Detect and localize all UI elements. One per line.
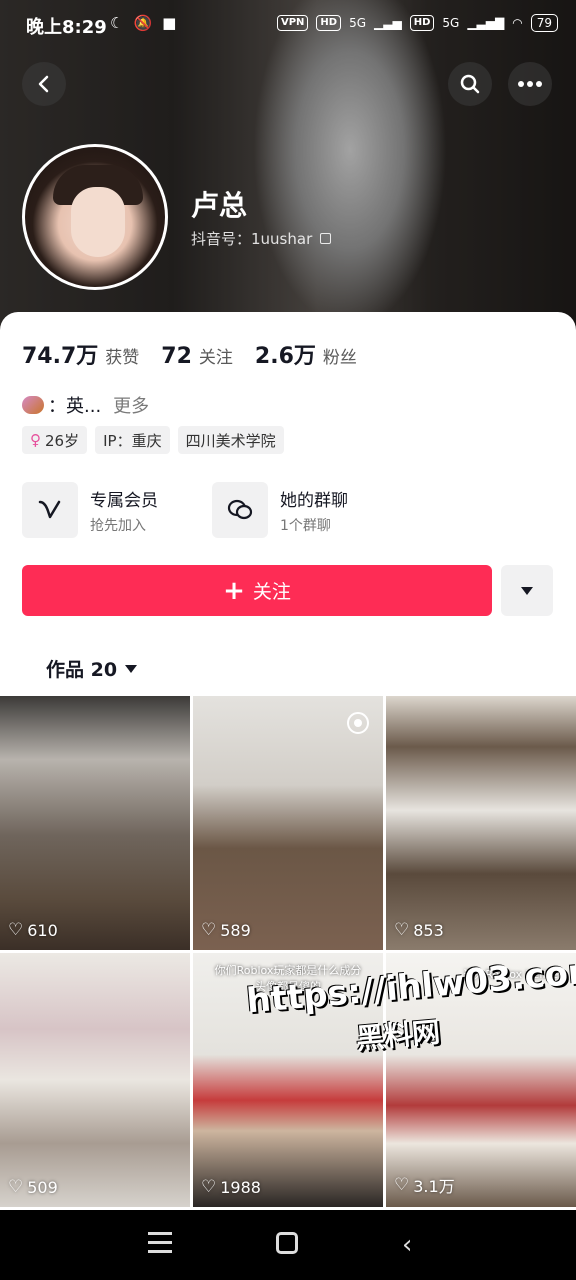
video-likes: ♡ 589 xyxy=(201,920,251,940)
system-back-button[interactable]: ‹ xyxy=(402,1230,412,1260)
status-time: 晚上8:29 xyxy=(26,17,107,38)
heart-icon: ♡ xyxy=(8,920,24,940)
moon-icon: ☾ xyxy=(110,14,124,32)
school-chip[interactable]: 四川美术学院 xyxy=(177,426,284,454)
hd-badge: HD xyxy=(316,15,342,31)
age-chip: ♀ 26岁 xyxy=(22,426,88,454)
video-likes: ♡ 3.1万 xyxy=(394,1173,455,1197)
profile-douyin-id[interactable]: 抖音号：1uushar xyxy=(191,228,332,249)
follow-button[interactable]: + 关注 xyxy=(22,565,492,616)
status-notification-icons: ☾ 🔕 ■ xyxy=(110,14,176,32)
home-button[interactable] xyxy=(276,1232,298,1254)
plus-icon: + xyxy=(223,575,245,606)
signal-icon: ▁▃▅ xyxy=(374,16,402,30)
caret-down-icon xyxy=(521,586,533,595)
works-tab-label: 作品 20 xyxy=(46,659,118,681)
app-notification-icon: ■ xyxy=(162,14,177,32)
member-entry[interactable]: 专属会员 抢先加入 xyxy=(22,482,212,538)
video-likes: ♡ 1988 xyxy=(201,1177,261,1197)
school-text: 四川美术学院 xyxy=(185,431,276,450)
search-button[interactable] xyxy=(448,62,492,106)
network-5g-label: 5G xyxy=(349,16,367,30)
bio-more-link[interactable]: 更多 xyxy=(113,392,149,418)
avatar-face xyxy=(71,187,125,257)
following-count: 72 xyxy=(161,344,192,369)
bio[interactable]: ：英... 更多 xyxy=(22,392,149,418)
heart-icon: ♡ xyxy=(394,920,410,940)
search-icon xyxy=(460,74,480,94)
system-nav-bar: ‹ xyxy=(0,1210,576,1280)
group-chat-subtitle: 1个群聊 xyxy=(280,517,331,534)
stats-row: 74.7万 获赞 72 关注 2.6万 粉丝 xyxy=(22,338,379,370)
profile-card: 74.7万 获赞 72 关注 2.6万 粉丝 ：英... 更多 ♀ 26岁 IP… xyxy=(0,312,576,696)
age-text: 26岁 xyxy=(45,431,80,450)
bell-muted-icon: 🔕 xyxy=(133,14,153,32)
stat-followers[interactable]: 2.6万 粉丝 xyxy=(255,338,357,370)
followers-count: 2.6万 xyxy=(254,344,316,369)
back-button[interactable] xyxy=(22,62,66,106)
recent-apps-button[interactable] xyxy=(148,1232,172,1254)
heart-icon: ♡ xyxy=(201,1177,217,1197)
stat-following[interactable]: 72 关注 xyxy=(161,343,233,369)
video-likes: ♡ 853 xyxy=(394,920,444,940)
following-label: 关注 xyxy=(198,348,233,368)
tab-works[interactable]: 作品 20 xyxy=(46,655,138,682)
video-tile[interactable]: ♡ 853 xyxy=(386,696,576,950)
status-bar: 晚上8:29 ☾ 🔕 ■ VPN HD 5G ▁▃▅ HD 5G ▁▃▅▇ ◠ … xyxy=(0,0,576,50)
heart-icon: ♡ xyxy=(394,1175,410,1195)
vpn-badge: VPN xyxy=(276,15,309,31)
like-count: 1988 xyxy=(220,1177,261,1197)
likes-label: 获赞 xyxy=(105,348,140,368)
like-count: 853 xyxy=(413,920,444,940)
chevron-down-icon xyxy=(125,664,138,673)
like-count: 610 xyxy=(27,920,58,940)
back-icon xyxy=(38,75,49,93)
heart-icon: ♡ xyxy=(201,920,217,940)
video-tile[interactable]: ♡ 589 xyxy=(193,696,383,950)
member-subtitle: 抢先加入 xyxy=(90,517,146,534)
live-icon xyxy=(347,712,369,734)
video-likes: ♡ 509 xyxy=(8,1177,58,1197)
video-likes: ♡ 610 xyxy=(8,920,58,940)
feature-row: 专属会员 抢先加入 她的群聊 1个群聊 xyxy=(22,482,402,538)
followers-label: 粉丝 xyxy=(322,348,357,368)
group-chat-title: 她的群聊 xyxy=(280,490,348,511)
status-indicators: VPN HD 5G ▁▃▅ HD 5G ▁▃▅▇ ◠ 79 xyxy=(276,14,558,32)
battery-indicator: 79 xyxy=(530,14,558,32)
like-count: 509 xyxy=(27,1177,58,1197)
follow-dropdown-button[interactable] xyxy=(501,565,553,616)
sweet-potato-icon xyxy=(22,396,44,414)
heart-icon: ♡ xyxy=(8,1177,24,1197)
group-chat-icon xyxy=(212,482,268,538)
group-chat-entry[interactable]: 她的群聊 1个群聊 xyxy=(212,482,402,538)
like-count: 589 xyxy=(220,920,251,940)
video-grid: ♡ 610 ♡ 589 ♡ 853 ♡ 509 你们Roblox玩家都是什么成分 头像都… xyxy=(0,696,576,1210)
ip-text: IP：重庆 xyxy=(103,431,162,450)
stat-likes[interactable]: 74.7万 获赞 xyxy=(22,338,139,370)
signal-icon-2: ▁▃▅▇ xyxy=(467,16,505,30)
hd-badge-2: HD xyxy=(409,15,435,31)
profile-name: 卢总 xyxy=(191,189,248,222)
video-tile[interactable]: ♡ 610 xyxy=(0,696,190,950)
more-button[interactable] xyxy=(508,62,552,106)
v-member-icon xyxy=(22,482,78,538)
network-5g-label-2: 5G xyxy=(442,16,460,30)
profile-tags: ♀ 26岁 IP：重庆 四川美术学院 xyxy=(22,426,284,454)
ip-chip: IP：重庆 xyxy=(95,426,170,454)
like-count: 3.1万 xyxy=(413,1177,455,1196)
watermark-text: 黑料网 xyxy=(354,1015,442,1056)
follow-label: 关注 xyxy=(252,581,291,603)
wifi-icon: ◠ xyxy=(512,16,523,30)
likes-count: 74.7万 xyxy=(22,344,99,369)
avatar[interactable] xyxy=(22,144,168,290)
female-icon: ♀ xyxy=(30,431,41,449)
bio-text: ：英... xyxy=(48,396,102,417)
more-icon xyxy=(518,81,542,87)
member-title: 专属会员 xyxy=(90,490,158,511)
video-tile[interactable]: ♡ 509 xyxy=(0,953,190,1207)
copy-icon[interactable] xyxy=(320,233,332,244)
profile-id-text: 抖音号：1uushar xyxy=(191,230,313,248)
